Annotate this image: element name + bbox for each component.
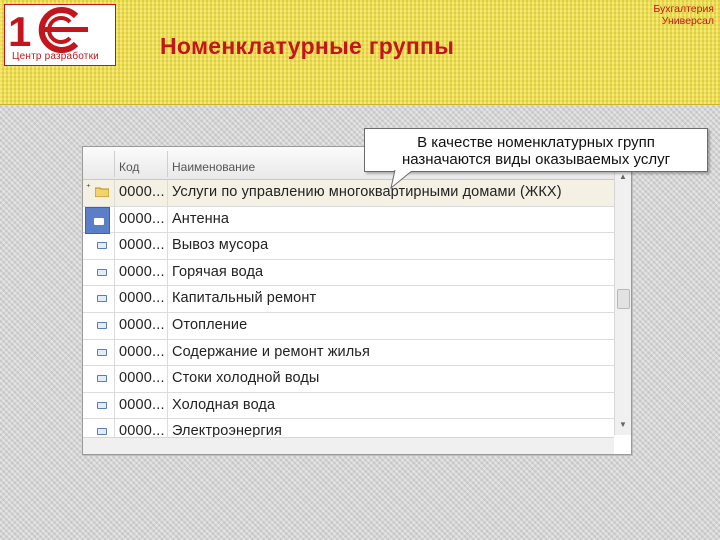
nomenclature-groups-table[interactable]: Код Наименование ⁺ 0000... Услуги по упр… [82,146,632,455]
callout-note: В качестве номенклатурных групп назначаю… [364,128,708,172]
table-row[interactable]: 0000... Холодная вода [83,392,614,420]
callout-line2: назначаются виды оказываемых услуг [401,151,671,168]
table-row[interactable]: 0000... Стоки холодной воды [83,366,614,393]
row-code: 0000... [119,210,165,227]
table-row[interactable]: 0000... Вывоз мусора [83,233,614,260]
cell-divider [114,366,115,392]
cell-divider [114,392,115,419]
row-icon-cell [83,393,114,419]
header-separator [167,151,168,177]
cell-divider [114,312,115,339]
product-name: Бухгалтерия Универсал [653,3,714,27]
slide-header: 1 Центр разработки Номенклатурные группы… [0,0,720,105]
current-row-marker [85,207,110,234]
table-row[interactable]: 0000... Отопление [83,312,614,340]
item-icon [97,375,107,383]
row-icon-cell [83,313,114,339]
row-icon-cell [83,260,114,286]
row-icon-cell [83,233,114,259]
expand-arrow-icon[interactable]: ⁺ [86,182,91,193]
cell-divider [167,259,168,286]
svg-text:1: 1 [8,8,31,55]
cell-divider [167,366,168,392]
row-name: Содержание и ремонт жилья [172,343,370,360]
row-code: 0000... [119,184,165,200]
row-name: Антенна [172,210,230,227]
row-code: 0000... [119,396,165,413]
cell-divider [167,180,168,206]
scroll-down-icon[interactable]: ▼ [617,419,629,431]
cell-divider [167,286,168,312]
row-code: 0000... [119,343,165,360]
item-icon [97,348,107,356]
row-name: Услуги по управлению многоквартирными до… [172,184,562,200]
cell-divider [114,206,115,233]
row-code: 0000... [119,370,165,387]
table-body: ⁺ 0000... Услуги по управлению многоквар… [83,180,614,446]
table-row[interactable]: ⁺ 0000... Услуги по управлению многоквар… [83,180,614,207]
cell-divider [114,339,115,366]
row-code: 0000... [119,316,165,333]
cell-divider [114,259,115,286]
cell-divider [114,233,115,259]
row-name: Отопление [172,316,248,333]
item-icon [97,428,107,436]
callout-line1: В качестве номенклатурных групп [417,134,655,151]
scroll-up-icon[interactable]: ▲ [617,171,629,183]
logo-caption: Центр разработки [12,51,99,62]
item-icon [97,268,107,276]
product-name-line2: Универсал [661,15,714,27]
item-icon [97,242,107,250]
item-icon [97,321,107,329]
row-name: Стоки холодной воды [172,370,320,387]
row-code: 0000... [119,263,165,280]
product-name-line1: Бухгалтерия [653,3,714,15]
cell-divider [114,286,115,312]
cell-divider [167,312,168,339]
horizontal-scrollbar[interactable] [83,437,614,454]
cell-divider [114,180,115,206]
item-icon [94,218,104,225]
table-row[interactable]: 0000... Антенна [83,206,614,234]
item-icon [97,295,107,303]
cell-divider [167,339,168,366]
table-row[interactable]: 0000... Капитальный ремонт [83,286,614,313]
page-title: Номенклатурные группы [160,33,455,59]
column-header-code[interactable]: Код [119,147,139,179]
row-name: Капитальный ремонт [172,290,317,307]
folder-icon [95,187,109,197]
cell-divider [167,206,168,233]
row-code: 0000... [119,237,165,254]
row-icon-cell [83,340,114,366]
row-icon-cell [83,366,114,392]
table-row[interactable]: 0000... Содержание и ремонт жилья [83,339,614,367]
cell-divider [167,233,168,259]
row-icon-cell [83,286,114,312]
table-row[interactable]: 0000... Горячая вода [83,259,614,287]
row-name: Холодная вода [172,396,276,413]
row-name: Вывоз мусора [172,237,269,254]
item-icon [97,401,107,409]
cell-divider [167,392,168,419]
row-code: 0000... [119,290,165,307]
scroll-thumb[interactable] [617,289,630,309]
row-icon-cell: ⁺ [83,180,114,206]
row-name: Горячая вода [172,263,264,280]
vertical-scrollbar[interactable]: ▲ ▼ [614,147,631,435]
header-separator [114,151,115,177]
column-header-name[interactable]: Наименование [172,147,255,179]
callout-pointer [390,170,414,190]
